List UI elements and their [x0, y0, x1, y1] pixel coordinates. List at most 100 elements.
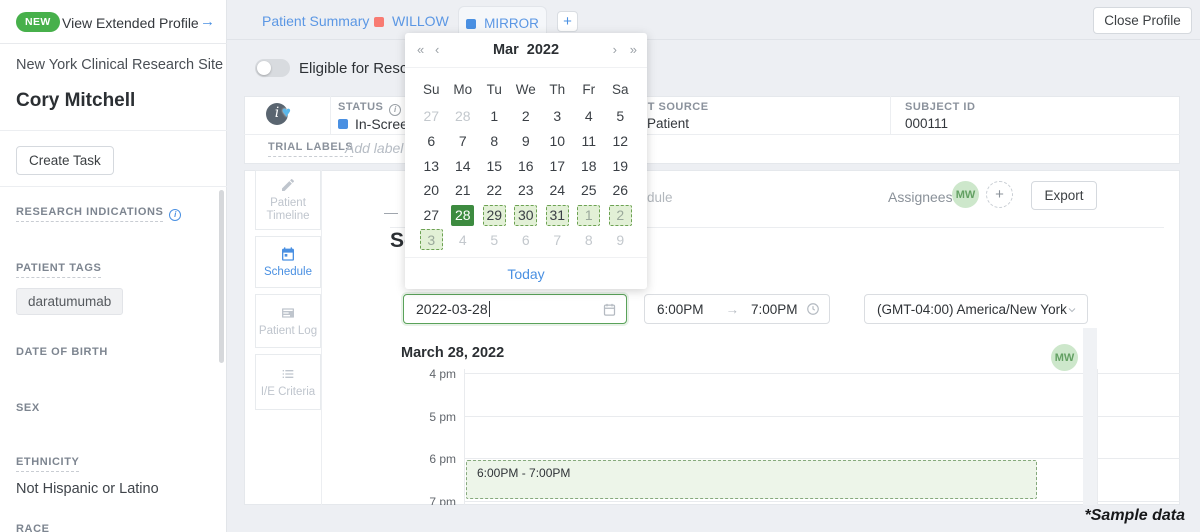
calendar-day[interactable]: 20	[416, 178, 448, 203]
mirror-dot-icon	[466, 18, 477, 29]
add-tab-button[interactable]: +	[557, 11, 578, 32]
willow-dot-icon	[374, 17, 384, 27]
calendar-day[interactable]: 30	[510, 203, 542, 228]
timeline-scrollbar[interactable]	[1083, 328, 1097, 505]
calendar-icon	[282, 246, 294, 261]
hidden-range-dash-fragment: —	[384, 204, 398, 220]
calendar-day[interactable]: 28	[447, 203, 479, 228]
close-profile-button[interactable]: Close Profile	[1093, 7, 1192, 34]
calendar-day[interactable]: 4	[447, 227, 479, 252]
trial-labels-label: TRIAL LABELS	[268, 141, 354, 157]
calendar-day[interactable]: 23	[510, 178, 542, 203]
rescreening-toggle[interactable]	[255, 59, 290, 77]
calendar-day[interactable]: 1	[479, 104, 511, 129]
calendar-day[interactable]: 28	[447, 104, 479, 129]
day-avatar: MW	[1051, 344, 1078, 371]
next-month-button[interactable]: ›	[613, 42, 617, 57]
start-time: 6:00PM	[657, 301, 704, 317]
next-year-button[interactable]: »	[630, 42, 637, 57]
chevron-down-icon	[1066, 304, 1078, 316]
calendar-year[interactable]: 2022	[527, 42, 559, 58]
timezone-select[interactable]: (GMT-04:00) America/New York	[864, 294, 1088, 324]
calendar-day[interactable]: 22	[479, 178, 511, 203]
calendar-month[interactable]: Mar	[493, 42, 519, 58]
calendar-day[interactable]: 26	[605, 178, 637, 203]
calendar-day[interactable]: 7	[542, 227, 574, 252]
research-indications-label: RESEARCH INDICATIONS i	[16, 206, 182, 222]
info-icon[interactable]: i	[389, 103, 402, 116]
calendar-day[interactable]: 16	[510, 153, 542, 178]
patient-tags-label: PATIENT TAGS	[16, 262, 102, 278]
calendar-day[interactable]: 14	[447, 153, 479, 178]
calendar-day[interactable]: 19	[605, 153, 637, 178]
next-day-border	[1097, 369, 1098, 505]
calendar-dayname: We	[515, 81, 536, 97]
calendar-day[interactable]: 8	[573, 227, 605, 252]
schedule-text-fragment: dule	[647, 190, 673, 205]
calendar-day[interactable]: 31	[542, 203, 574, 228]
toggle-knob	[257, 61, 271, 75]
calendar-day[interactable]: 25	[573, 178, 605, 203]
calendar-day[interactable]: 10	[542, 129, 574, 154]
calendar-day[interactable]: 2	[510, 104, 542, 129]
calendar-day[interactable]: 9	[510, 129, 542, 154]
sidebar-scrollbar[interactable]	[219, 190, 224, 363]
calendar-day[interactable]: 29	[479, 203, 511, 228]
calendar-day[interactable]: 4	[573, 104, 605, 129]
calendar-dayname: Fr	[582, 81, 596, 97]
calendar-day[interactable]: 11	[573, 129, 605, 154]
hour-label: 5 pm	[429, 409, 456, 424]
calendar-day[interactable]: 18	[573, 153, 605, 178]
sex-label: SEX	[16, 402, 40, 414]
add-label-input[interactable]: Add label	[345, 140, 403, 156]
heart-icon: ♥	[282, 104, 291, 121]
calendar-day[interactable]: 8	[479, 129, 511, 154]
race-label: RACE	[16, 523, 50, 532]
nav-tab-schedule[interactable]: Schedule	[255, 236, 321, 288]
text-caret	[488, 301, 490, 317]
nav-tab-ie-criteria[interactable]: I/E Criteria	[255, 354, 321, 410]
nav-tab-patient-timeline[interactable]: Patient Timeline	[255, 170, 321, 230]
calendar-day[interactable]: 12	[605, 129, 637, 154]
calendar-day[interactable]: 7	[447, 129, 479, 154]
info-icon[interactable]: i	[169, 208, 182, 221]
calendar-day[interactable]: 3	[416, 227, 448, 252]
nav-tab-patient-log[interactable]: Patient Log	[255, 294, 321, 348]
add-assignee-button[interactable]: +	[986, 181, 1013, 208]
grid-border	[464, 369, 465, 505]
arrow-right-icon: →	[725, 301, 740, 317]
assignee-avatar: MW	[952, 181, 979, 208]
calendar-dayname: Th	[549, 81, 566, 97]
calendar-day[interactable]: 15	[479, 153, 511, 178]
status-dot-icon	[338, 119, 348, 129]
calendar-day[interactable]: 6	[510, 227, 542, 252]
calendar-day[interactable]: 9	[605, 227, 637, 252]
end-time: 7:00PM	[751, 301, 798, 317]
calendar-day[interactable]: 27	[416, 104, 448, 129]
today-link[interactable]: Today	[507, 266, 544, 282]
calendar-day[interactable]: 24	[542, 178, 574, 203]
calendar-day[interactable]: 5	[605, 104, 637, 129]
tab-willow[interactable]: WILLOW	[374, 13, 449, 29]
calendar-footer: Today	[405, 257, 647, 289]
timeline-grid: 4 pm 5 pm 6 pm 7 pm 6:00PM - 7:00PM	[398, 369, 1180, 505]
calendar-day[interactable]: 2	[605, 203, 637, 228]
calendar-day[interactable]: 3	[542, 104, 574, 129]
tab-patient-summary[interactable]: Patient Summary	[262, 13, 369, 29]
calendar-day[interactable]: 5	[479, 227, 511, 252]
calendar-day[interactable]: 1	[573, 203, 605, 228]
calendar-day[interactable]: 6	[416, 129, 448, 154]
event-block[interactable]: 6:00PM - 7:00PM	[466, 459, 1037, 499]
create-task-button[interactable]: Create Task	[16, 146, 114, 175]
time-range-input[interactable]: 6:00PM → 7:00PM	[644, 294, 830, 324]
calendar-day[interactable]: 17	[542, 153, 574, 178]
calendar-day[interactable]: 21	[447, 178, 479, 203]
calendar-day[interactable]: 27	[416, 203, 448, 228]
view-extended-profile-link[interactable]: View Extended Profile	[62, 15, 199, 31]
calendar-day[interactable]: 13	[416, 153, 448, 178]
export-button[interactable]: Export	[1031, 181, 1097, 210]
arrow-right-icon[interactable]: →	[200, 13, 215, 30]
hour-gridline	[464, 500, 1180, 502]
profile-tab-bar	[227, 0, 1200, 40]
date-input[interactable]: 2022-03-28	[403, 294, 627, 324]
